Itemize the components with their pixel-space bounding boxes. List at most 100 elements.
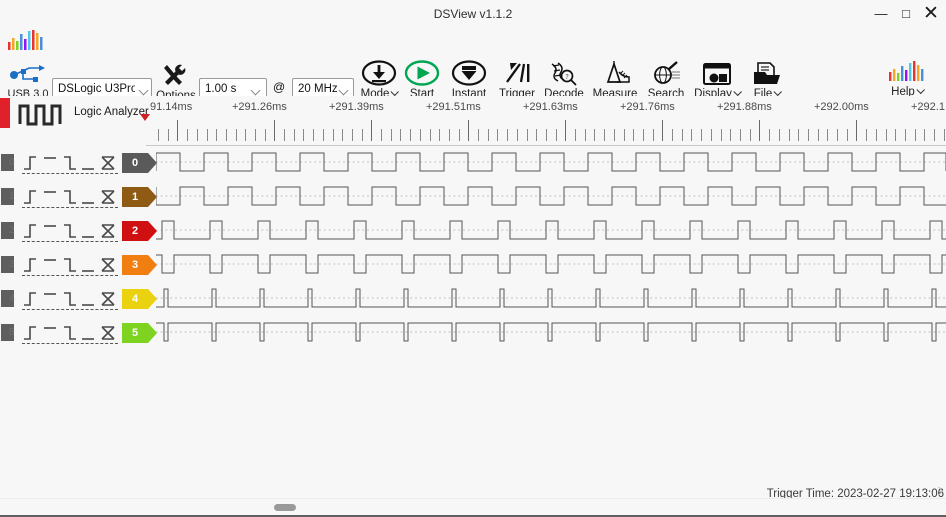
ruler-minor-tick — [323, 129, 324, 141]
instant-capture-icon — [451, 60, 487, 86]
ruler-minor-tick — [866, 129, 867, 141]
ruler-minor-tick — [517, 129, 518, 141]
ruler-minor-tick — [575, 129, 576, 141]
help-button[interactable]: Help — [882, 60, 932, 99]
horizontal-scrollbar-thumb[interactable] — [274, 504, 296, 511]
ruler-minor-tick — [915, 129, 916, 141]
ruler-minor-tick — [672, 129, 673, 141]
ruler-minor-tick — [342, 129, 343, 141]
maximize-button[interactable]: □ — [893, 0, 919, 28]
ruler-major-tick — [371, 120, 372, 141]
ruler-minor-tick — [653, 129, 654, 141]
decode-button[interactable]: ? Decode — [539, 60, 589, 101]
channel-waveform[interactable] — [156, 180, 946, 214]
start-button[interactable]: Start — [401, 60, 443, 101]
channel-index-label: 0 — [9, 157, 15, 168]
ruler-minor-tick — [187, 129, 188, 141]
ruler-minor-tick — [430, 129, 431, 141]
ruler-minor-tick — [410, 129, 411, 141]
channel-trigger-selector[interactable] — [22, 153, 118, 173]
ruler-minor-tick — [507, 129, 508, 141]
ruler-minor-tick — [769, 129, 770, 141]
channel-badge[interactable]: 5 — [122, 323, 157, 343]
trigger-icon — [506, 63, 530, 83]
ruler-minor-tick — [847, 129, 848, 141]
play-icon — [404, 60, 440, 86]
measure-icon — [606, 61, 630, 83]
trigger-button[interactable]: Trigger — [495, 60, 539, 101]
channel-waveform[interactable] — [156, 316, 946, 350]
ruler-major-tick — [759, 120, 760, 141]
ruler-minor-tick — [934, 129, 935, 141]
ruler-minor-tick — [391, 129, 392, 141]
logic-analyzer-icon — [18, 104, 62, 126]
ruler-minor-tick — [158, 129, 159, 141]
ruler-minor-tick — [643, 129, 644, 141]
ruler-minor-tick — [381, 129, 382, 141]
ruler-minor-tick — [740, 129, 741, 141]
ruler-minor-tick — [420, 129, 421, 141]
channel-badge-label: 4 — [131, 293, 139, 305]
channel-badge[interactable]: 4 — [122, 289, 157, 309]
usb-connection-indicator: USB 3.0 — [6, 62, 50, 100]
channel-badge[interactable]: 0 — [122, 153, 157, 173]
ruler-time-label: +291.26ms — [232, 101, 287, 113]
channel-trigger-selector[interactable] — [22, 221, 118, 241]
channel-index-label: 1 — [9, 191, 15, 202]
ruler-minor-tick — [585, 129, 586, 141]
display-button[interactable]: Display — [691, 60, 743, 101]
channel-badge[interactable]: 2 — [122, 221, 157, 241]
ruler-time-label: 91.14ms — [150, 101, 193, 113]
usb-icon — [10, 65, 45, 82]
chevron-down-icon — [390, 87, 400, 97]
ruler-minor-tick — [701, 129, 702, 141]
minimize-button[interactable]: — — [868, 0, 894, 28]
channel-trigger-selector[interactable] — [22, 289, 118, 309]
search-button[interactable]: Search — [641, 60, 691, 101]
ruler-minor-tick — [400, 129, 401, 141]
channel-trigger-underline — [22, 207, 118, 208]
ruler-minor-tick — [255, 129, 256, 141]
channel-index-label: 5 — [9, 327, 15, 338]
channel-waveform[interactable] — [156, 146, 946, 180]
channel-badge-label: 2 — [131, 225, 139, 237]
chevron-down-icon — [916, 85, 925, 95]
ruler-minor-tick — [362, 129, 363, 141]
ruler-minor-tick — [546, 129, 547, 141]
ruler-minor-tick — [207, 129, 208, 141]
ruler-minor-tick — [895, 129, 896, 141]
close-button[interactable]: ✕ — [918, 0, 944, 28]
instant-button[interactable]: Instant — [443, 60, 495, 101]
timeline-ruler[interactable]: 91.14ms +291.26ms +291.39ms +291.51ms +291.6… — [146, 96, 946, 146]
ruler-minor-tick — [527, 129, 528, 141]
channel-badge-label: 0 — [131, 157, 139, 169]
dreamsourcelab-logo-icon — [889, 61, 924, 81]
channel-row: 22 — [0, 214, 946, 248]
horizontal-scrollbar[interactable] — [0, 498, 946, 516]
channel-waveform[interactable] — [156, 214, 946, 248]
at-symbol: @ — [273, 80, 286, 94]
channel-trigger-selector[interactable] — [22, 323, 118, 343]
channel-badge[interactable]: 1 — [122, 187, 157, 207]
ruler-major-tick — [565, 120, 566, 141]
mode-button[interactable]: Mode — [357, 60, 401, 101]
ruler-minor-tick — [333, 129, 334, 141]
channel-trigger-selector[interactable] — [22, 255, 118, 275]
channel-trigger-selector[interactable] — [22, 187, 118, 207]
measure-button[interactable]: Measure — [589, 60, 641, 101]
file-button[interactable]: File — [743, 60, 791, 101]
ruler-minor-tick — [789, 129, 790, 141]
ruler-minor-tick — [944, 129, 945, 141]
channel-waveform[interactable] — [156, 248, 946, 282]
wrench-screwdriver-icon — [164, 64, 186, 85]
channel-row: 00 — [0, 146, 946, 180]
channel-waveform[interactable] — [156, 282, 946, 316]
channel-index-label: 3 — [9, 259, 15, 270]
ruler-time-label: +291.51ms — [426, 101, 481, 113]
channel-trigger-underline — [22, 173, 118, 174]
channel-badge[interactable]: 3 — [122, 255, 157, 275]
channel-row: 11 — [0, 180, 946, 214]
ruler-major-tick — [468, 120, 469, 141]
ruler-minor-tick — [216, 129, 217, 141]
chevron-down-icon — [733, 87, 742, 97]
